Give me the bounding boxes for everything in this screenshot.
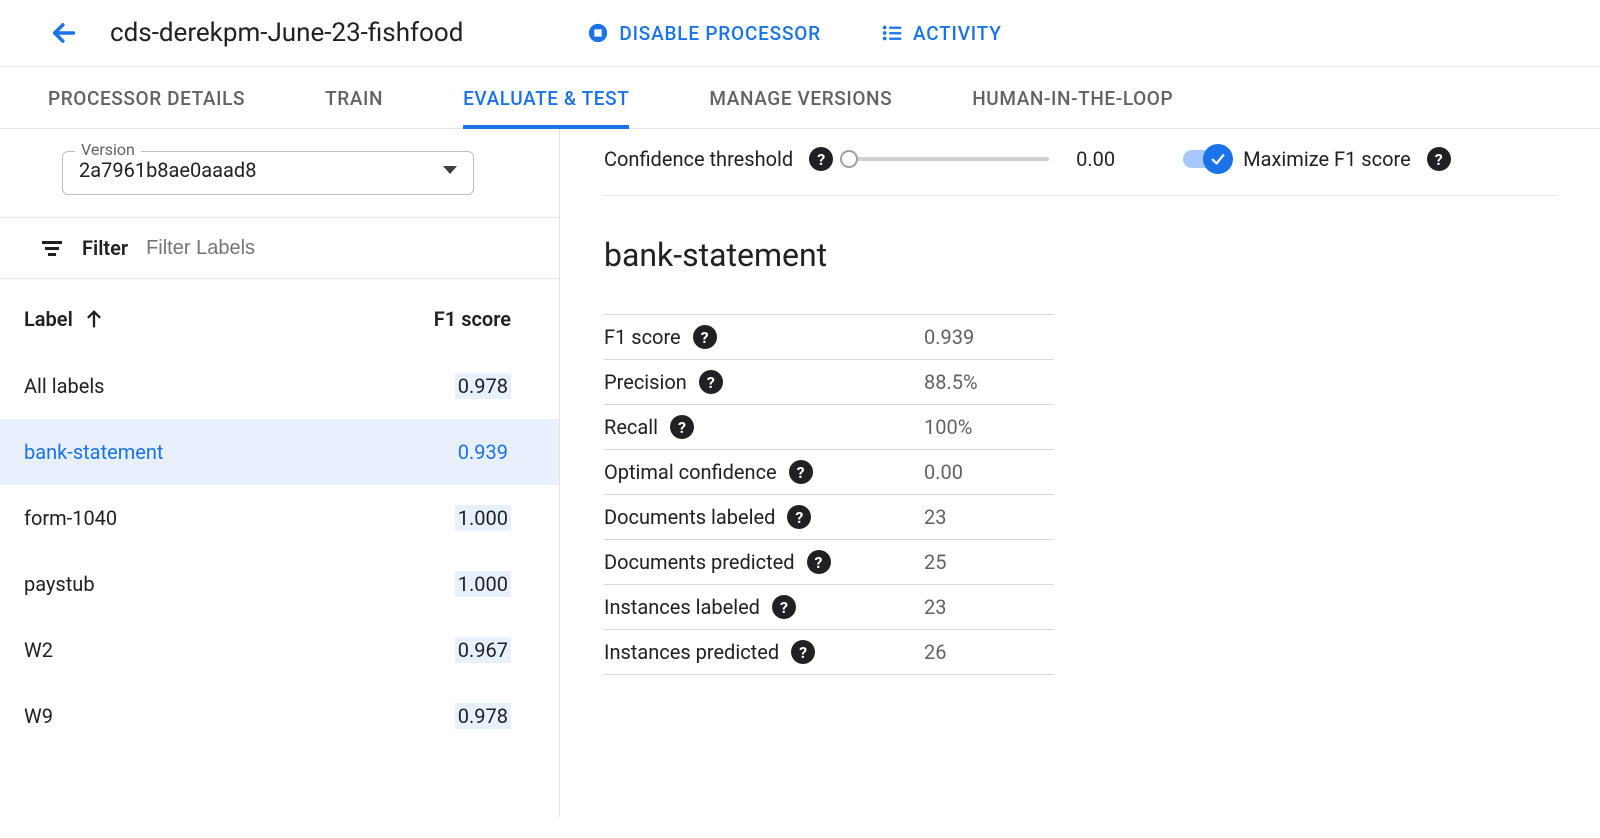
- metric-label: Recall: [604, 415, 658, 439]
- metric-label: F1 score: [604, 325, 681, 349]
- row-f1: 0.939: [455, 439, 511, 465]
- disable-processor-button[interactable]: DISABLE PROCESSOR: [587, 22, 821, 45]
- row-label: form-1040: [24, 506, 117, 530]
- help-icon[interactable]: ?: [807, 550, 831, 574]
- metrics-table: F1 score? 0.939 Precision? 88.5% Recall? 100%…: [604, 314, 1054, 675]
- metric-label: Optimal confidence: [604, 460, 777, 484]
- metric-value: 23: [924, 505, 1054, 529]
- row-label: All labels: [24, 374, 105, 398]
- help-icon[interactable]: ?: [791, 640, 815, 664]
- metric-value: 88.5%: [924, 370, 1054, 394]
- left-panel: Version 2a7961b8ae0aaad8 Filter Label: [0, 129, 560, 817]
- detail-title: bank-statement: [604, 236, 1556, 274]
- top-controls: Confidence threshold ? 0.00 Maximize F1 …: [604, 147, 1556, 196]
- metric-label: Documents predicted: [604, 550, 795, 574]
- tab-processor-details[interactable]: PROCESSOR DETAILS: [48, 87, 245, 128]
- header-actions: DISABLE PROCESSOR ACTIVITY: [587, 22, 1001, 45]
- disable-processor-label: DISABLE PROCESSOR: [619, 22, 821, 45]
- metric-value: 26: [924, 640, 1054, 664]
- activity-label: ACTIVITY: [913, 22, 1002, 45]
- tab-human-in-the-loop[interactable]: HUMAN-IN-THE-LOOP: [972, 87, 1173, 128]
- metric-row: Precision? 88.5%: [604, 359, 1054, 404]
- metric-row: Documents labeled? 23: [604, 494, 1054, 539]
- version-legend: Version: [75, 140, 141, 159]
- switch-check-icon: [1203, 144, 1233, 174]
- metric-row: Documents predicted? 25: [604, 539, 1054, 584]
- metric-value: 23: [924, 595, 1054, 619]
- label-column-text: Label: [24, 307, 73, 331]
- table-row[interactable]: All labels 0.978: [0, 353, 559, 419]
- filter-bar: Filter: [0, 217, 559, 279]
- page-title: cds-derekpm-June-23-fishfood: [110, 18, 463, 48]
- label-column-header[interactable]: Label: [24, 307, 105, 331]
- confidence-value: 0.00: [1065, 147, 1115, 171]
- activity-button[interactable]: ACTIVITY: [881, 22, 1002, 45]
- help-icon[interactable]: ?: [1427, 147, 1451, 171]
- back-arrow-icon[interactable]: [50, 19, 78, 47]
- help-icon[interactable]: ?: [789, 460, 813, 484]
- metric-row: Instances predicted? 26: [604, 629, 1054, 675]
- row-f1: 0.978: [455, 703, 511, 729]
- help-icon[interactable]: ?: [809, 147, 833, 171]
- f1-column-header[interactable]: F1 score: [434, 307, 511, 331]
- table-row[interactable]: paystub 1.000: [0, 551, 559, 617]
- row-label: paystub: [24, 572, 95, 596]
- help-icon[interactable]: ?: [693, 325, 717, 349]
- metric-label: Instances predicted: [604, 640, 779, 664]
- metric-label: Documents labeled: [604, 505, 775, 529]
- row-f1: 1.000: [455, 505, 511, 531]
- help-icon[interactable]: ?: [670, 415, 694, 439]
- row-f1: 0.967: [455, 637, 511, 663]
- metric-value: 0.939: [924, 325, 1054, 349]
- row-label: W9: [24, 704, 53, 728]
- stop-icon: [587, 22, 609, 44]
- filter-icon: [40, 236, 64, 260]
- metric-value: 25: [924, 550, 1054, 574]
- header-bar: cds-derekpm-June-23-fishfood DISABLE PRO…: [0, 0, 1600, 66]
- help-icon[interactable]: ?: [772, 595, 796, 619]
- help-icon[interactable]: ?: [699, 370, 723, 394]
- row-label: bank-statement: [24, 440, 163, 464]
- version-dropdown[interactable]: Version 2a7961b8ae0aaad8: [62, 151, 474, 195]
- tabs-bar: PROCESSOR DETAILS TRAIN EVALUATE & TEST MAN…: [0, 66, 1600, 129]
- metric-row: F1 score? 0.939: [604, 314, 1054, 359]
- table-header: Label F1 score: [0, 279, 559, 353]
- filter-input[interactable]: [146, 237, 529, 260]
- metric-row: Optimal confidence? 0.00: [604, 449, 1054, 494]
- chevron-down-icon: [443, 166, 457, 174]
- tab-train[interactable]: TRAIN: [325, 87, 383, 128]
- maximize-f1-label: Maximize F1 score: [1243, 147, 1411, 171]
- table-row[interactable]: bank-statement 0.939: [0, 419, 559, 485]
- row-label: W2: [24, 638, 53, 662]
- table-row[interactable]: W9 0.978: [0, 683, 559, 749]
- maximize-f1-switch[interactable]: [1183, 150, 1227, 168]
- metric-value: 100%: [924, 415, 1054, 439]
- filter-label: Filter: [82, 236, 128, 260]
- table-row[interactable]: form-1040 1.000: [0, 485, 559, 551]
- version-value: 2a7961b8ae0aaad8: [79, 158, 256, 182]
- metric-label: Precision: [604, 370, 687, 394]
- metric-value: 0.00: [924, 460, 1054, 484]
- sort-arrow-up-icon: [83, 308, 105, 330]
- table-row[interactable]: W2 0.967: [0, 617, 559, 683]
- confidence-slider[interactable]: [849, 157, 1049, 161]
- detail-panel: Confidence threshold ? 0.00 Maximize F1 …: [560, 129, 1600, 817]
- help-icon[interactable]: ?: [787, 505, 811, 529]
- metric-label: Instances labeled: [604, 595, 760, 619]
- activity-icon: [881, 22, 903, 44]
- confidence-threshold-label: Confidence threshold: [604, 147, 793, 171]
- tab-manage-versions[interactable]: MANAGE VERSIONS: [709, 87, 892, 128]
- metric-row: Instances labeled? 23: [604, 584, 1054, 629]
- tab-evaluate-test[interactable]: EVALUATE & TEST: [463, 87, 629, 128]
- metric-row: Recall? 100%: [604, 404, 1054, 449]
- slider-thumb[interactable]: [840, 150, 858, 168]
- labels-table: Label F1 score All labels 0.978 bank-state…: [0, 279, 559, 749]
- row-f1: 0.978: [455, 373, 511, 399]
- row-f1: 1.000: [455, 571, 511, 597]
